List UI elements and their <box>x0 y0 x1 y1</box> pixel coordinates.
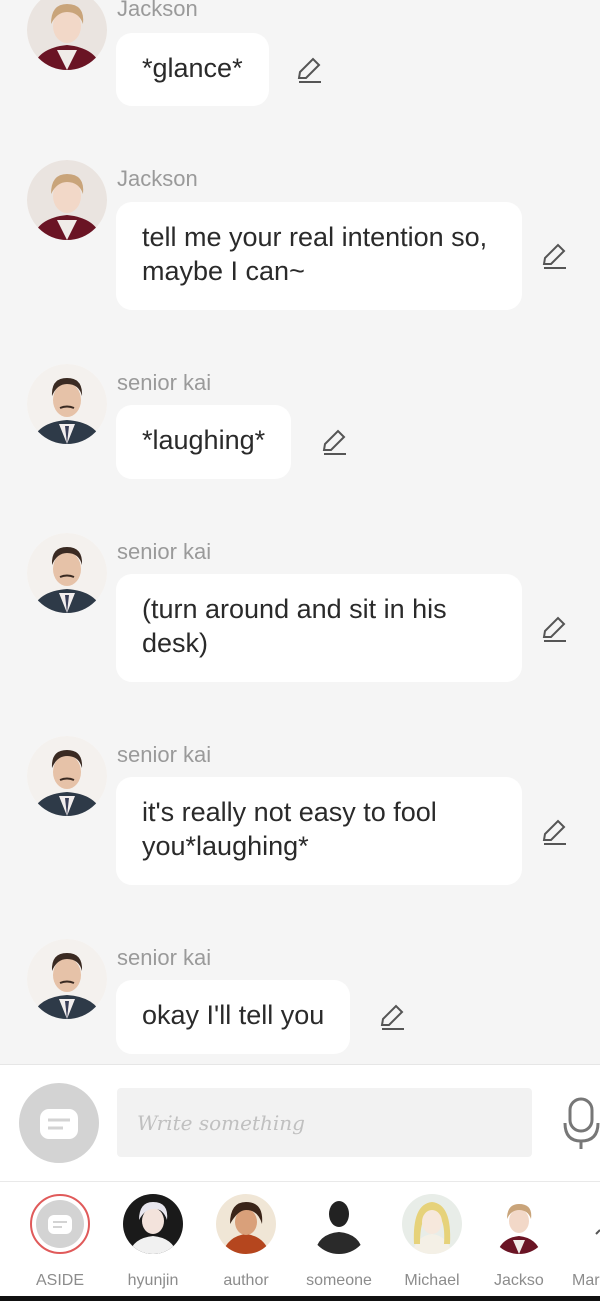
message-input-placeholder: Write something <box>137 1110 305 1135</box>
message-bubble: (turn around and sit in his desk) <box>116 574 522 682</box>
microphone-icon[interactable] <box>562 1095 600 1151</box>
character-label: someone <box>306 1272 372 1289</box>
character-michael[interactable]: Michael <box>392 1194 472 1290</box>
sender-name: Jackson <box>117 0 198 21</box>
author-avatar <box>216 1194 276 1254</box>
character-hyunjin[interactable]: hyunjin <box>113 1194 193 1290</box>
chat-bubble-icon <box>40 1109 78 1139</box>
sender-name: senior kai <box>117 539 212 564</box>
mar-avatar <box>566 1194 600 1254</box>
character-aside[interactable]: ASIDE <box>20 1194 100 1290</box>
avatar-jackson[interactable] <box>27 0 107 70</box>
avatar-senior-kai[interactable] <box>27 533 107 613</box>
someone-avatar <box>309 1194 369 1254</box>
character-jackson[interactable]: Jackson <box>480 1194 558 1290</box>
character-selector: ASIDE hyunjin author someone Michael Jac… <box>0 1181 600 1302</box>
character-label: author <box>223 1272 269 1289</box>
character-label: ASIDE <box>35 1272 84 1289</box>
sender-name: senior kai <box>117 742 212 767</box>
michael-avatar <box>402 1194 462 1254</box>
message-bubble: it's really not easy to fool you*laughin… <box>116 777 522 885</box>
message-bubble: *glance* <box>116 33 269 106</box>
edit-icon[interactable] <box>540 242 568 270</box>
edit-icon[interactable] <box>295 56 323 84</box>
avatar-senior-kai[interactable] <box>27 939 107 1019</box>
character-author[interactable]: author <box>206 1194 286 1290</box>
edit-icon[interactable] <box>320 428 348 456</box>
avatar-senior-kai[interactable] <box>27 364 107 444</box>
character-label: Jackson <box>494 1272 544 1289</box>
sender-name: senior kai <box>117 370 212 395</box>
character-label: Mar <box>572 1272 600 1289</box>
message-bubble: okay I'll tell you <box>116 980 351 1054</box>
message-bubble: *laughing* <box>116 405 292 479</box>
aside-toggle-button[interactable] <box>19 1083 99 1163</box>
character-label: Michael <box>404 1272 460 1289</box>
character-someone[interactable]: someone <box>299 1194 379 1290</box>
edit-icon[interactable] <box>540 615 568 643</box>
message-bubble: tell me your real intention so, maybe I … <box>116 202 522 310</box>
home-indicator <box>0 1296 600 1301</box>
character-label: hyunjin <box>127 1272 179 1289</box>
character-mar[interactable]: Mar <box>566 1194 600 1290</box>
sender-name: Jackson <box>117 166 198 191</box>
hyunjin-avatar <box>123 1194 183 1254</box>
avatar-senior-kai[interactable] <box>27 736 107 816</box>
jackson-avatar <box>489 1194 549 1254</box>
chat-bubble-icon <box>36 1200 84 1248</box>
aside-avatar <box>30 1194 90 1254</box>
sender-name: senior kai <box>117 945 212 970</box>
avatar-jackson[interactable] <box>27 160 107 240</box>
edit-icon[interactable] <box>378 1003 406 1031</box>
message-input[interactable]: Write something <box>117 1088 532 1157</box>
edit-icon[interactable] <box>540 818 568 846</box>
composer-bar: Write something <box>0 1064 600 1182</box>
